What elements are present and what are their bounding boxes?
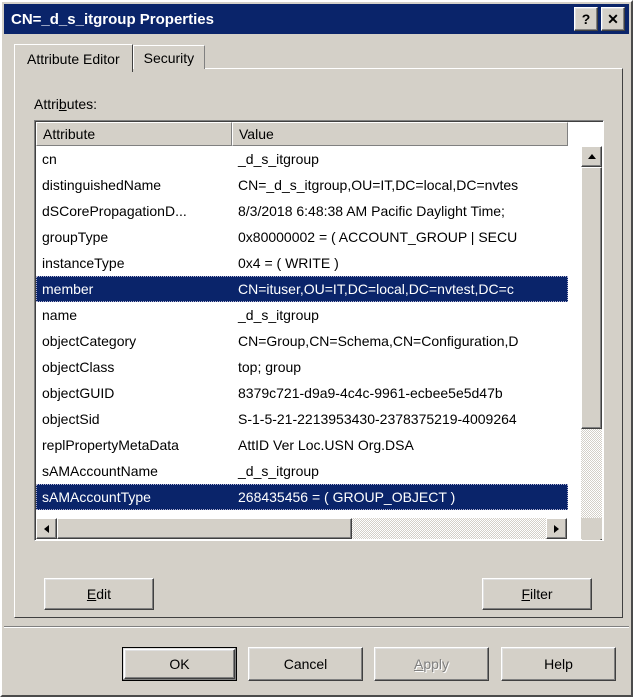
- scroll-left-button[interactable]: [36, 518, 57, 539]
- ok-button[interactable]: OK: [122, 647, 237, 681]
- properties-dialog: CN=_d_s_itgroup Properties ? ✕ Attribute…: [0, 0, 633, 697]
- table-row[interactable]: objectGUID 8379c721-d9a9-4c4c-9961-ecbee5…: [36, 380, 568, 406]
- chevron-right-icon: [554, 524, 559, 533]
- cell-value: CN=_d_s_itgroup,OU=IT,DC=local,DC=nvtes: [238, 177, 519, 193]
- cell-attribute: replPropertyMetaData: [42, 437, 179, 453]
- cell-attribute: objectGUID: [42, 385, 115, 401]
- scroll-right-button[interactable]: [546, 518, 567, 539]
- cell-attribute: distinguishedName: [42, 177, 162, 193]
- table-row[interactable]: objectClass top; group: [36, 354, 568, 380]
- cell-value: 8/3/2018 6:48:38 AM Pacific Daylight Tim…: [238, 203, 505, 219]
- scroll-up-button[interactable]: [581, 146, 602, 167]
- attributes-listview[interactable]: Attribute Value cn _d_s_itgroup distinguis…: [34, 120, 604, 541]
- cell-attribute: sAMAccountType: [42, 489, 151, 505]
- cell-value: 8379c721-d9a9-4c4c-9961-ecbee5e5d47b: [238, 385, 503, 401]
- cell-value: _d_s_itgroup: [238, 307, 319, 323]
- edit-button[interactable]: Edit: [44, 578, 154, 610]
- tab-attribute-editor[interactable]: Attribute Editor: [14, 44, 133, 72]
- cell-attribute: member: [42, 281, 94, 297]
- help-icon[interactable]: ?: [574, 7, 598, 31]
- vertical-scroll-thumb[interactable]: [581, 167, 602, 429]
- cell-value: _d_s_itgroup: [238, 463, 319, 479]
- table-row[interactable]: member CN=ituser,OU=IT,DC=local,DC=nvtest…: [36, 276, 568, 302]
- tab-attribute-editor-label: Attribute Editor: [27, 50, 120, 67]
- apply-button: Apply: [374, 647, 489, 681]
- cell-attribute: cn: [42, 151, 57, 167]
- table-row[interactable]: instanceType 0x4 = ( WRITE ): [36, 250, 568, 276]
- tab-security-label: Security: [143, 49, 195, 66]
- title-bar: CN=_d_s_itgroup Properties ? ✕: [4, 4, 629, 34]
- cell-value: AttID Ver Loc.USN Org.DSA: [238, 437, 414, 453]
- cell-attribute: objectCategory: [42, 333, 137, 349]
- ok-button-label: OK: [169, 656, 190, 672]
- cell-attribute: sAMAccountName: [42, 463, 158, 479]
- chevron-up-icon: [587, 154, 596, 159]
- cell-value: _d_s_itgroup: [238, 151, 319, 167]
- apply-button-label: Apply: [413, 656, 450, 672]
- close-icon[interactable]: ✕: [601, 7, 625, 31]
- window-title: CN=_d_s_itgroup Properties: [11, 10, 214, 28]
- edit-button-label: Edit: [86, 586, 112, 602]
- cell-value: 0x4 = ( WRITE ): [238, 255, 339, 271]
- cell-value: 268435456 = ( GROUP_OBJECT ): [238, 489, 456, 505]
- table-row[interactable]: distinguishedName CN=_d_s_itgroup,OU=IT,D…: [36, 172, 568, 198]
- column-header-attribute[interactable]: Attribute: [36, 122, 232, 146]
- filter-button[interactable]: Filter: [482, 578, 592, 610]
- vertical-scroll-track[interactable]: [581, 167, 602, 521]
- cell-attribute: dSCorePropagationD...: [42, 203, 187, 219]
- cell-attribute: groupType: [42, 229, 109, 245]
- cell-value: top; group: [238, 359, 302, 375]
- table-row[interactable]: cn _d_s_itgroup: [36, 146, 568, 172]
- cancel-button-label: Cancel: [283, 656, 328, 672]
- title-bar-buttons: ? ✕: [574, 7, 625, 31]
- table-row[interactable]: name _d_s_itgroup: [36, 302, 568, 328]
- cell-attribute: name: [42, 307, 78, 323]
- help-button-label: Help: [544, 656, 573, 672]
- help-button[interactable]: Help: [501, 647, 616, 681]
- table-row[interactable]: sAMAccountType 268435456 = ( GROUP_OBJECT…: [36, 484, 568, 510]
- attributes-label: Attributes:: [34, 96, 98, 112]
- chevron-left-icon: [44, 524, 49, 533]
- listview-header: Attribute Value: [36, 122, 568, 146]
- cell-value: CN=Group,CN=Schema,CN=Configuration,D: [238, 333, 519, 349]
- filter-button-label: Filter: [521, 586, 553, 602]
- vertical-scrollbar[interactable]: [581, 146, 602, 540]
- cell-attribute: instanceType: [42, 255, 125, 271]
- footer-separator: [4, 626, 629, 628]
- cancel-button[interactable]: Cancel: [248, 647, 363, 681]
- table-row[interactable]: dSCorePropagationD... 8/3/2018 6:48:38 AM…: [36, 198, 568, 224]
- cell-attribute: objectSid: [42, 411, 100, 427]
- column-header-value[interactable]: Value: [232, 122, 568, 146]
- cell-attribute: objectClass: [42, 359, 115, 375]
- listview-rows: cn _d_s_itgroup distinguishedName CN=_d_s_i…: [36, 146, 568, 517]
- horizontal-scroll-track[interactable]: [57, 518, 546, 539]
- cell-value: 0x80000002 = ( ACCOUNT_GROUP | SECU: [238, 229, 518, 245]
- cell-value: S-1-5-21-2213953430-2378375219-4009264: [238, 411, 517, 427]
- table-row[interactable]: sAMAccountName _d_s_itgroup: [36, 458, 568, 484]
- scrollbar-corner: [581, 518, 602, 539]
- tab-strip: Attribute Editor Security: [14, 44, 619, 72]
- table-row[interactable]: groupType 0x80000002 = ( ACCOUNT_GROUP | …: [36, 224, 568, 250]
- horizontal-scrollbar[interactable]: [36, 518, 567, 539]
- table-row[interactable]: objectSid S-1-5-21-2213953430-2378375219-…: [36, 406, 568, 432]
- horizontal-scroll-thumb[interactable]: [57, 518, 352, 539]
- table-row[interactable]: objectCategory CN=Group,CN=Schema,CN=Conf…: [36, 328, 568, 354]
- table-row[interactable]: replPropertyMetaData AttID Ver Loc.USN Or…: [36, 432, 568, 458]
- tab-security[interactable]: Security: [132, 45, 206, 69]
- cell-value: CN=ituser,OU=IT,DC=local,DC=nvtest,DC=c: [238, 281, 514, 297]
